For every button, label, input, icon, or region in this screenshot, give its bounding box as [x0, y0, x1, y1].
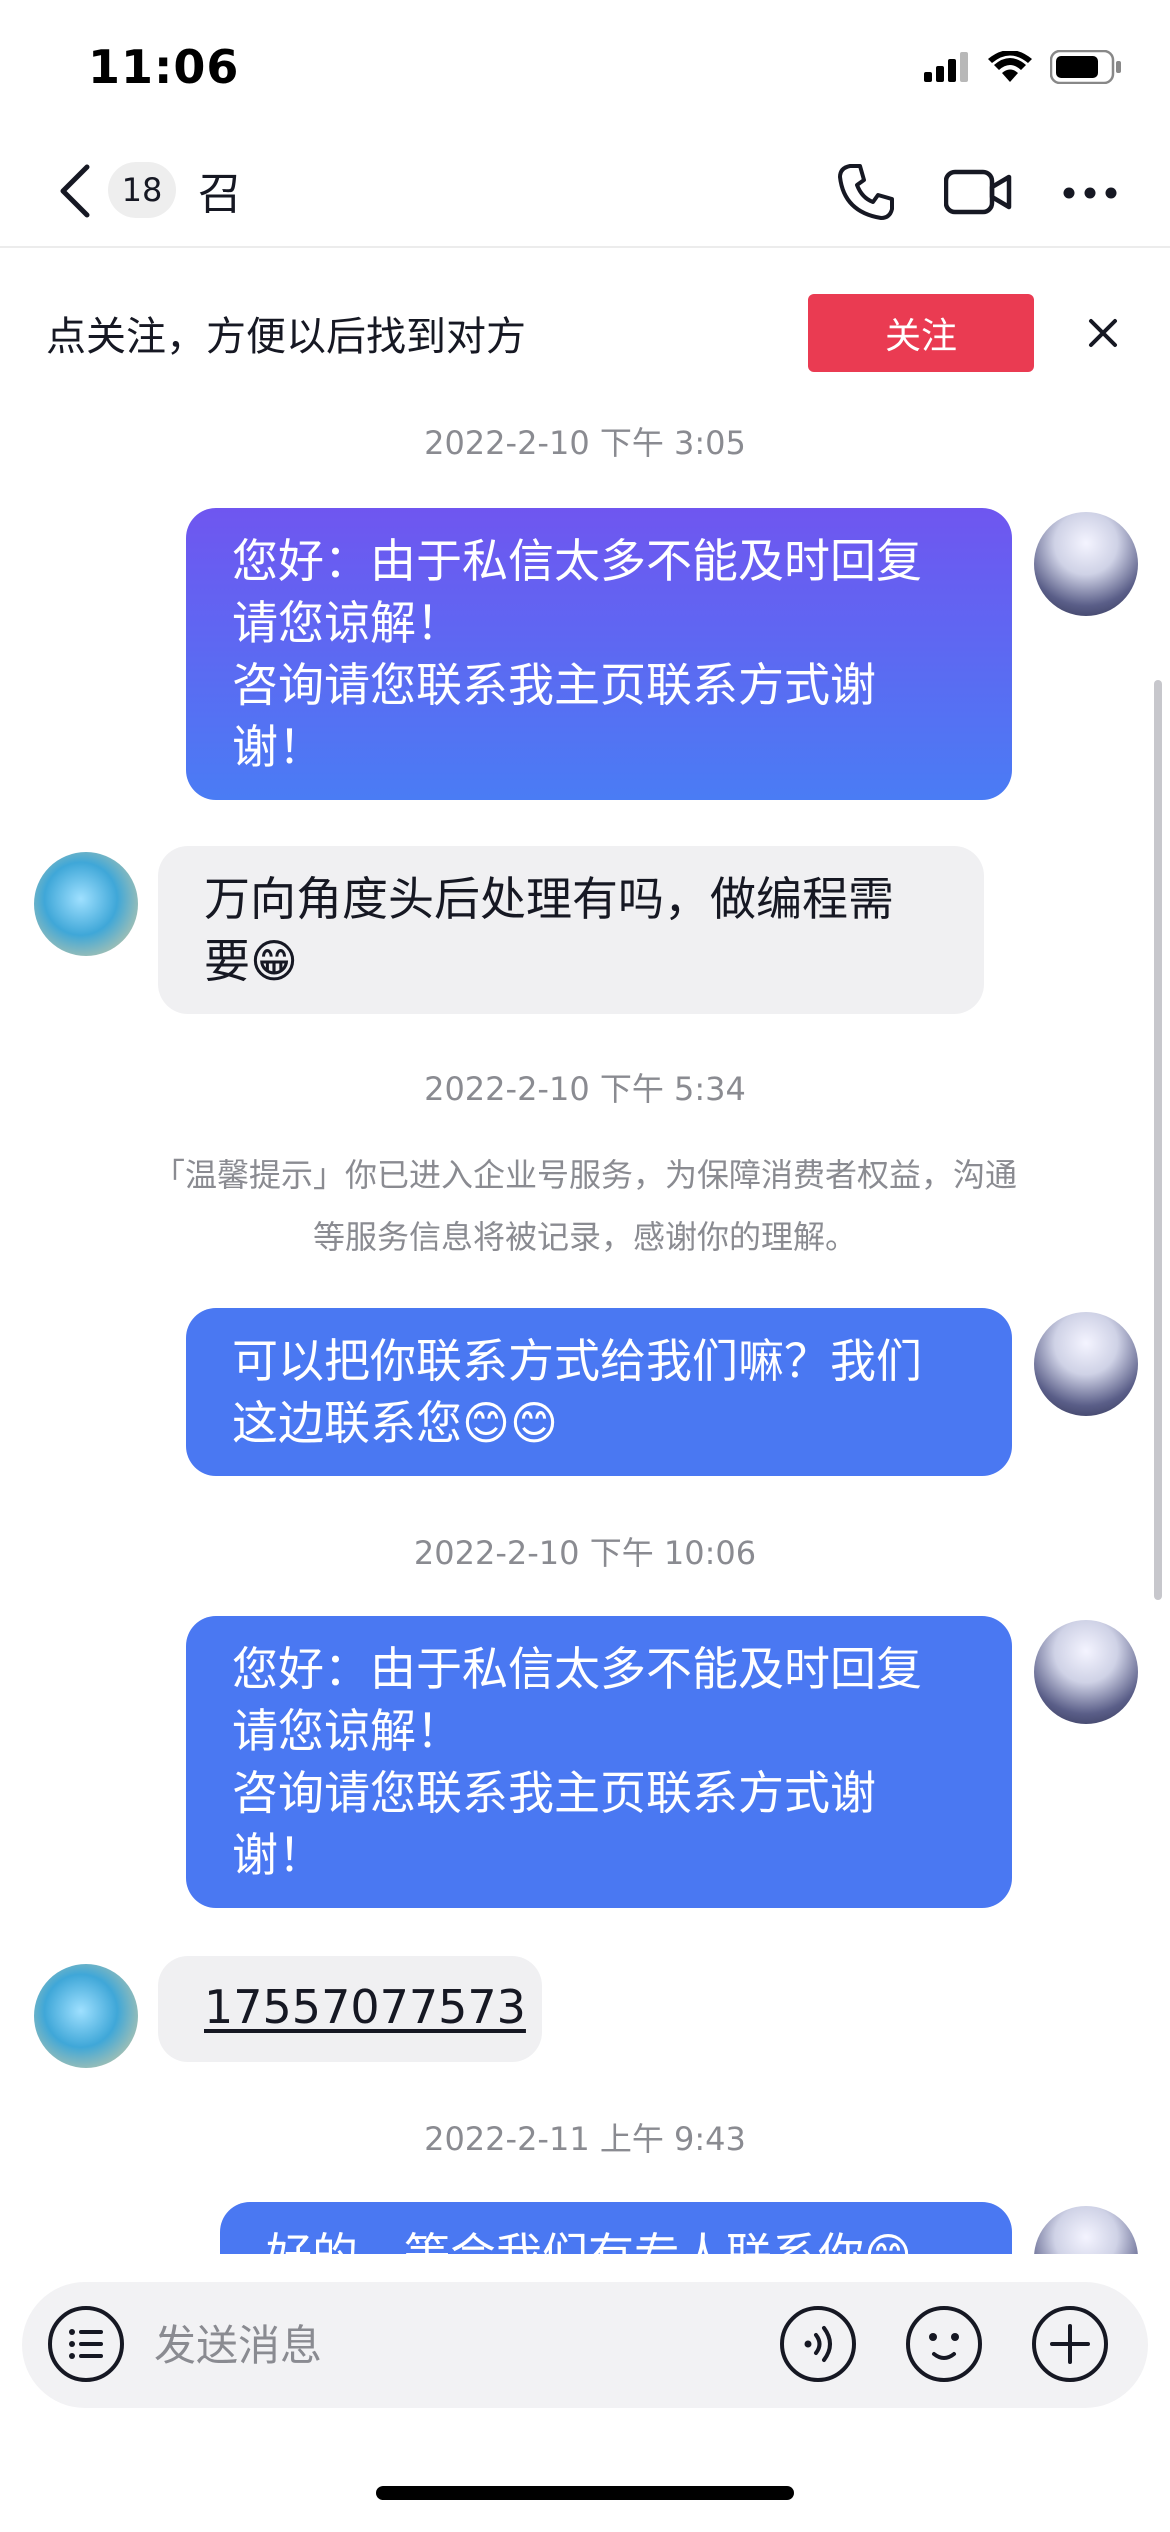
outgoing-message[interactable]: 您好：由于私信太多不能及时回复 请您谅解！ 咨询请您联系我主页联系方式谢 谢！	[186, 1616, 1012, 1908]
message-line: 请您谅解！	[232, 596, 462, 650]
status-time: 11:06	[88, 40, 240, 94]
message-line: 这边联系您😊😊	[232, 1396, 558, 1450]
follow-button[interactable]: 关注	[808, 294, 1034, 372]
status-bar: 11:06	[0, 0, 1170, 140]
phone-call-button[interactable]	[826, 154, 906, 234]
message-line: 万向角度头后处理有吗，做编程需	[204, 872, 894, 926]
more-icon	[1062, 185, 1118, 204]
message-timestamp: 2022-2-11 上午 9:43	[424, 2120, 746, 2158]
message-line: 您好：由于私信太多不能及时回复	[232, 534, 922, 588]
status-icons	[924, 49, 1122, 88]
voice-button[interactable]	[778, 2306, 858, 2386]
message-line: 好的，等会我们有专人联系你😊	[266, 2224, 966, 2254]
chat-header: 18 召	[0, 140, 1170, 248]
emoji-button[interactable]	[904, 2306, 984, 2386]
message-list[interactable]: 2022-2-10 下午 3:05 您好：由于私信太多不能及时回复 请您谅解！ …	[0, 418, 1170, 2254]
grin-emoji: 😁	[250, 934, 298, 988]
system-notice-line: 「温馨提示」你已进入企业号服务，为保障消费者权益，沟通	[152, 1156, 1017, 1194]
phone-number-link[interactable]: 17557077573	[204, 1980, 526, 2034]
battery-icon	[1049, 49, 1122, 88]
my-avatar[interactable]	[1034, 1620, 1138, 1724]
close-icon	[1088, 318, 1118, 352]
follow-banner: 点关注，方便以后找到对方 关注	[0, 250, 1170, 418]
message-line: 可以把你联系方式给我们嘛？我们	[232, 1334, 922, 1388]
outgoing-message[interactable]: 好的，等会我们有专人联系你😊	[220, 2202, 1012, 2254]
chat-title: 召	[198, 169, 242, 220]
smile-emoji: 😊😊	[462, 1396, 558, 1450]
voice-icon	[778, 2304, 858, 2388]
my-avatar[interactable]	[1034, 2206, 1138, 2254]
emoji-icon	[904, 2304, 984, 2388]
chevron-left-icon	[57, 163, 91, 223]
list-menu-icon	[46, 2304, 126, 2388]
contact-avatar[interactable]	[34, 1964, 138, 2068]
close-banner-button[interactable]	[1070, 302, 1136, 368]
outgoing-message[interactable]: 可以把你联系方式给我们嘛？我们 这边联系您😊😊	[186, 1308, 1012, 1476]
system-notice: 「温馨提示」你已进入企业号服务，为保障消费者权益，沟通 等服务信息将被记录，感谢…	[110, 1144, 1060, 1268]
incoming-message[interactable]: 万向角度头后处理有吗，做编程需 要😁	[158, 846, 984, 1014]
message-timestamp: 2022-2-10 下午 3:05	[424, 424, 746, 462]
unread-count-badge[interactable]: 18	[108, 162, 176, 218]
smile-emoji: 😊	[864, 2228, 912, 2254]
signal-icon	[924, 52, 970, 86]
menu-button[interactable]	[46, 2306, 126, 2386]
video-camera-icon	[943, 167, 1012, 221]
message-line: 咨询请您联系我主页联系方式谢	[232, 1766, 876, 1820]
contact-avatar[interactable]	[34, 852, 138, 956]
message-line: 您好：由于私信太多不能及时回复	[232, 1642, 922, 1696]
message-line: 请您谅解！	[232, 1704, 462, 1758]
my-avatar[interactable]	[1034, 512, 1138, 616]
my-avatar[interactable]	[1034, 1312, 1138, 1416]
system-notice-line: 等服务信息将被记录，感谢你的理解。	[312, 1218, 857, 1256]
follow-prompt-text: 点关注，方便以后找到对方	[46, 314, 526, 360]
incoming-message[interactable]: 17557077573	[158, 1956, 542, 2062]
phone-icon	[836, 162, 896, 226]
wifi-icon	[988, 50, 1032, 87]
message-composer	[22, 2282, 1148, 2408]
outgoing-message[interactable]: 您好：由于私信太多不能及时回复 请您谅解！ 咨询请您联系我主页联系方式谢 谢！	[186, 508, 1012, 800]
more-options-button[interactable]	[1050, 154, 1130, 234]
back-button[interactable]	[44, 158, 104, 228]
add-attachment-button[interactable]	[1030, 2306, 1110, 2386]
message-timestamp: 2022-2-10 下午 10:06	[413, 1534, 757, 1572]
message-input[interactable]	[154, 2312, 714, 2378]
message-line: 咨询请您联系我主页联系方式谢	[232, 658, 876, 712]
message-line: 要😁	[204, 934, 298, 988]
video-call-button[interactable]	[938, 154, 1018, 234]
scrollbar[interactable]	[1154, 680, 1162, 1600]
plus-icon	[1030, 2304, 1110, 2388]
message-timestamp: 2022-2-10 下午 5:34	[424, 1070, 746, 1108]
home-indicator[interactable]	[376, 2486, 794, 2500]
message-line: 谢！	[232, 720, 324, 774]
message-line: 谢！	[232, 1828, 324, 1882]
